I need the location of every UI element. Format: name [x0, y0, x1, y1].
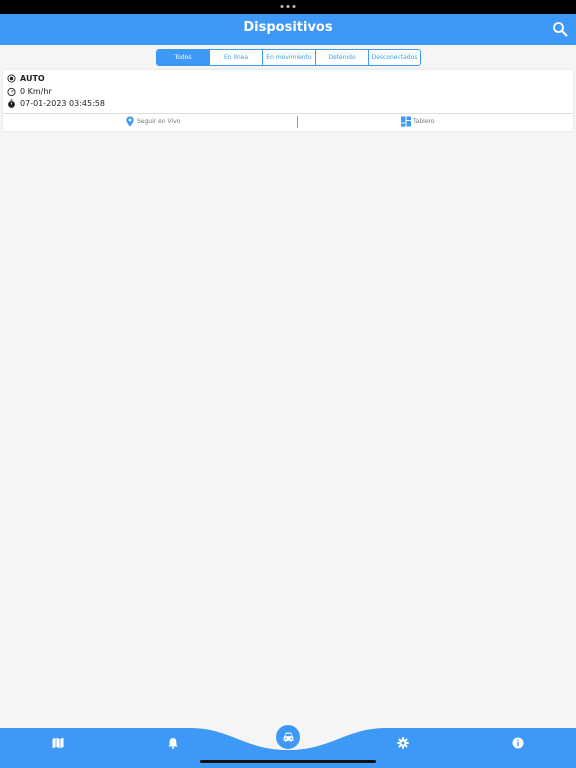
device-time-row: 07-01-2023 03:45:58 — [7, 99, 105, 108]
follow-live-button[interactable]: Seguir en Vivo — [125, 116, 180, 127]
home-indicator[interactable] — [200, 760, 376, 763]
status-filter-tabs: Todos En línea En movimiento Detenido De… — [156, 49, 421, 66]
device-card[interactable]: AUTO 0 Km/hr 07-01-2023 03:45:58 Seguir … — [3, 70, 573, 131]
gear-icon[interactable] — [397, 737, 409, 749]
device-speed-row: 0 Km/hr — [7, 87, 52, 96]
tab-en-linea[interactable]: En línea — [209, 50, 262, 65]
tab-todos[interactable]: Todos — [157, 50, 209, 65]
tab-desconectados[interactable]: Desconectados — [368, 50, 420, 65]
dashboard-label: Tablero — [413, 118, 435, 125]
card-divider — [3, 113, 573, 114]
bell-icon[interactable] — [167, 737, 179, 749]
devices-nav-button[interactable] — [276, 725, 300, 749]
follow-live-label: Seguir en Vivo — [137, 118, 181, 125]
dashboard-icon — [401, 116, 411, 127]
action-divider — [297, 116, 298, 128]
radio-target-icon — [7, 74, 16, 83]
device-name-row: AUTO — [7, 74, 45, 83]
status-bar — [0, 0, 576, 14]
speedometer-icon — [7, 87, 16, 96]
stopwatch-icon — [8, 99, 15, 108]
tab-detenido[interactable]: Detenido — [315, 50, 368, 65]
info-icon[interactable] — [512, 737, 524, 749]
app-bar: Dispositivos — [0, 14, 576, 45]
location-pin-icon — [126, 116, 134, 127]
dashboard-button[interactable]: Tablero — [401, 116, 435, 127]
page-title: Dispositivos — [243, 20, 333, 35]
device-timestamp: 07-01-2023 03:45:58 — [20, 99, 105, 108]
device-name: AUTO — [20, 74, 45, 83]
bottom-navigation — [0, 725, 576, 768]
device-speed: 0 Km/hr — [20, 87, 52, 96]
search-icon[interactable] — [552, 21, 568, 37]
map-icon[interactable] — [52, 737, 64, 749]
more-dots-icon[interactable] — [280, 5, 296, 8]
car-icon — [283, 732, 293, 742]
tab-en-movimiento[interactable]: En movimiento — [262, 50, 315, 65]
